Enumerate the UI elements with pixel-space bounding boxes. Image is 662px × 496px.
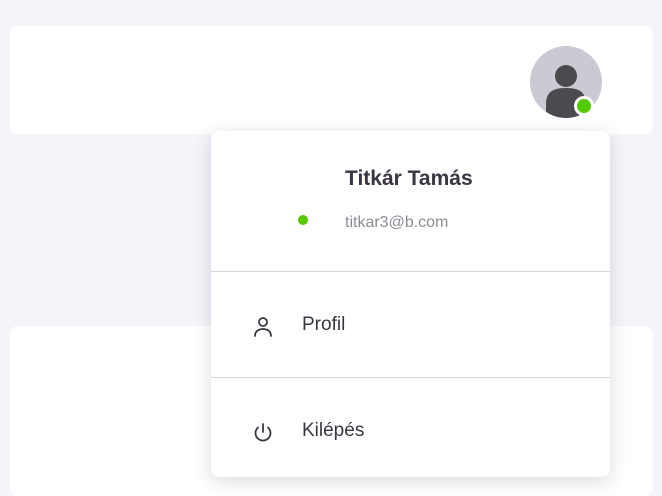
menu-divider: [211, 377, 610, 378]
menu-item-label: Kilépés: [302, 420, 365, 441]
menu-item-profil[interactable]: Profil: [211, 277, 610, 377]
user-email: titkar3@b.com: [345, 214, 449, 231]
user-dropdown-menu: Titkár Tamás titkar3@b.com Profil Kilépé…: [211, 131, 610, 477]
user-name: Titkár Tamás: [345, 167, 473, 190]
power-icon: [251, 421, 275, 445]
online-status-badge: [574, 96, 594, 116]
menu-divider: [211, 271, 610, 272]
menu-item-logout[interactable]: Kilépés: [211, 383, 610, 483]
user-info-section: Titkár Tamás titkar3@b.com: [211, 131, 610, 271]
online-status-dot: [298, 215, 308, 225]
menu-item-label: Profil: [302, 314, 346, 335]
user-icon: [251, 315, 275, 339]
